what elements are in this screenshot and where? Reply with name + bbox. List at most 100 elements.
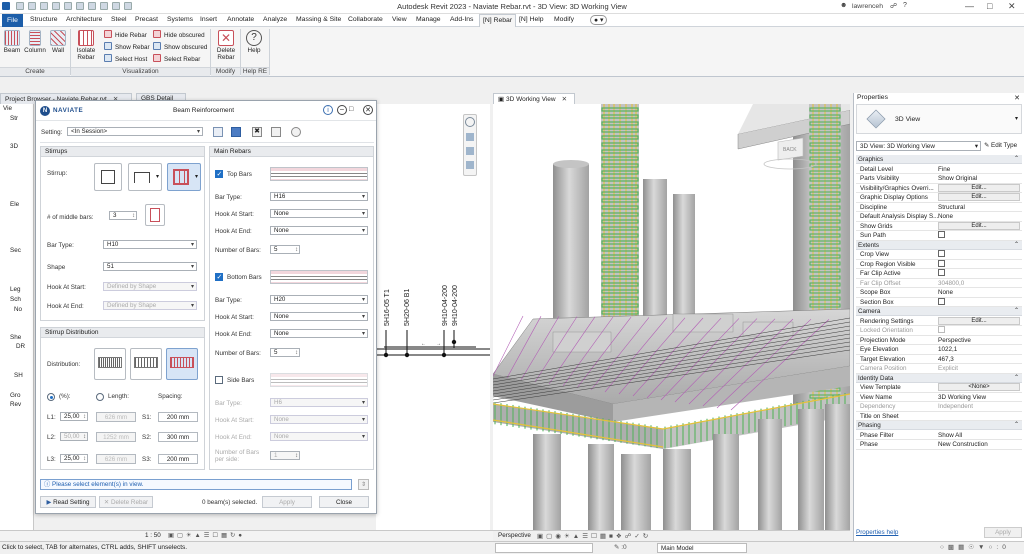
tab-precast[interactable]: Precast	[135, 16, 158, 23]
close-dialog-button[interactable]: Close	[319, 496, 369, 508]
top-number-stepper[interactable]: 5	[270, 245, 300, 254]
zone-spacing-field[interactable]: 200 mm	[158, 454, 198, 464]
side-bars-checkbox[interactable]	[215, 376, 223, 384]
select-links-icon[interactable]: ✎ :0	[614, 543, 627, 551]
property-checkbox[interactable]	[938, 269, 945, 276]
browser-item[interactable]: 3D	[10, 143, 18, 150]
property-category[interactable]: Graphics ⌃	[856, 155, 1022, 164]
save-setting-icon[interactable]	[213, 127, 223, 137]
design-option-field[interactable]: Main Model	[657, 543, 747, 553]
tab-collaborate[interactable]: Collaborate	[348, 16, 383, 23]
type-selector[interactable]: 3D View ▾	[856, 104, 1022, 134]
search-setting-icon[interactable]	[291, 127, 301, 137]
zone-length-field[interactable]: 1252 mm	[96, 432, 136, 442]
property-value[interactable]: Explicit	[938, 364, 1020, 373]
browser-item[interactable]: Ele	[10, 201, 19, 208]
browser-item[interactable]: She	[10, 334, 21, 341]
property-value[interactable]: 304800,0	[938, 279, 1020, 288]
distribution-three-zone-option[interactable]	[166, 348, 198, 380]
top-hook-start-dropdown[interactable]: None	[270, 209, 368, 218]
scale-label[interactable]: 1 : 50	[145, 532, 161, 539]
browser-item[interactable]: Rev	[10, 401, 21, 408]
instance-filter[interactable]: 3D View: 3D Working View ▾	[856, 141, 981, 151]
browser-item[interactable]: Leg	[10, 286, 21, 293]
projection-mode-label[interactable]: Perspective	[498, 532, 531, 539]
view-control-icons[interactable]: ▣▢◉☀▲☰☐▦■❖☍✓↻	[537, 532, 651, 540]
bottom-bar-type-dropdown[interactable]: H20	[270, 295, 368, 304]
read-setting-button[interactable]: ▶ Read Setting	[40, 496, 96, 508]
workset-field[interactable]	[495, 543, 593, 553]
setting-dropdown[interactable]: <In Session>	[67, 127, 203, 136]
zone-spacing-field[interactable]: 200 mm	[158, 412, 198, 422]
stirrup-bar-type-dropdown[interactable]: H10	[103, 240, 197, 249]
tab-naviate-help[interactable]: [N] Help	[519, 16, 544, 23]
cart-icon[interactable]: ☍	[890, 2, 897, 10]
zone-spacing-field[interactable]: 300 mm	[158, 432, 198, 442]
navigation-bar-2d[interactable]	[463, 114, 477, 176]
stirrup-open-option[interactable]: ▾	[128, 163, 162, 191]
minimize-icon[interactable]: —	[965, 1, 974, 11]
browser-item[interactable]: Sch	[10, 296, 21, 303]
side-hook-start-dropdown[interactable]: None	[270, 415, 368, 424]
property-value[interactable]: None	[938, 212, 1020, 221]
select-host-button[interactable]: Select Host	[104, 54, 147, 63]
distribution-two-zone-option[interactable]	[130, 348, 162, 380]
properties-help-link[interactable]: Properties help	[856, 529, 898, 536]
tab-manage[interactable]: Manage	[416, 16, 441, 23]
copy-setting-icon[interactable]	[271, 127, 281, 137]
property-edit-button[interactable]: Edit...	[938, 183, 1020, 192]
property-edit-button[interactable]: Edit...	[938, 316, 1020, 325]
type-dropdown-icon[interactable]: ▾	[1015, 115, 1018, 122]
tab-3d-working-view[interactable]: ▣ 3D Working View ✕	[493, 93, 575, 104]
bottom-bars-checkbox[interactable]	[215, 273, 223, 281]
property-category[interactable]: Identity Data ⌃	[856, 373, 1022, 383]
property-value[interactable]: 3D Working View	[938, 393, 1020, 402]
property-value[interactable]: New Construction	[938, 440, 1020, 449]
browser-item[interactable]: Vie	[3, 105, 12, 112]
browser-item[interactable]: SH	[14, 372, 23, 379]
distribution-uniform-option[interactable]	[94, 348, 126, 380]
delete-setting-icon[interactable]: ✖	[252, 127, 262, 137]
property-value[interactable]: 467,3	[938, 355, 1020, 364]
property-value[interactable]: Independent	[938, 402, 1020, 411]
tab-architecture[interactable]: Architecture	[66, 16, 102, 23]
zone-percent-stepper[interactable]: 25,00	[60, 454, 88, 463]
contextual-tab-dropdown[interactable]: ● ▾	[590, 15, 608, 25]
pan-icon[interactable]	[466, 147, 474, 155]
top-bars-checkbox[interactable]	[215, 170, 223, 178]
property-checkbox[interactable]	[938, 259, 945, 267]
close-icon[interactable]: ✕	[562, 96, 567, 103]
selection-filter-icons[interactable]: ○▩▦☉▼○:0	[940, 543, 1010, 551]
select-element-icon[interactable]: ⇕	[358, 479, 369, 490]
property-edit-button[interactable]: <None>	[938, 383, 1020, 391]
tab-file[interactable]: File	[2, 14, 23, 27]
help-icon[interactable]: ?	[903, 2, 907, 9]
close-icon[interactable]: ✕	[1008, 1, 1016, 12]
property-checkbox[interactable]	[938, 297, 945, 305]
browser-item[interactable]: No	[14, 306, 22, 313]
property-category[interactable]: Camera ⌃	[856, 307, 1022, 316]
browser-item[interactable]: Sec	[10, 247, 21, 254]
percent-radio[interactable]	[47, 393, 55, 401]
close-icon[interactable]: ✕	[363, 105, 373, 115]
stirrup-hook-end-dropdown[interactable]: Defined by Shape	[103, 301, 197, 310]
browser-item[interactable]: Str	[10, 115, 18, 122]
bottom-number-stepper[interactable]: 5	[270, 348, 300, 357]
hide-rebar-button[interactable]: Hide Rebar	[104, 30, 147, 39]
tab-naviate-rebar[interactable]: [N] Rebar	[479, 14, 517, 27]
side-number-stepper[interactable]: 1	[270, 451, 300, 460]
orbit-icon[interactable]	[466, 161, 474, 169]
zone-length-field[interactable]: 626 mm	[96, 412, 136, 422]
info-icon[interactable]: i	[323, 105, 333, 115]
show-obscured-button[interactable]: Show obscured	[153, 42, 207, 51]
stirrup-hook-start-dropdown[interactable]: Defined by Shape	[103, 282, 197, 291]
show-rebar-button[interactable]: Show Rebar	[104, 42, 150, 51]
apply-button[interactable]: Apply	[984, 527, 1022, 538]
property-value[interactable]: Fine	[938, 165, 1020, 174]
property-category[interactable]: Phasing ⌃	[856, 421, 1022, 430]
top-hook-end-dropdown[interactable]: None	[270, 226, 368, 235]
middle-bars-stepper[interactable]: 3	[109, 211, 137, 220]
wall-button[interactable]: Wall	[48, 30, 68, 54]
stirrup-closed-option[interactable]	[94, 163, 122, 191]
bottom-hook-end-dropdown[interactable]: None	[270, 329, 368, 338]
